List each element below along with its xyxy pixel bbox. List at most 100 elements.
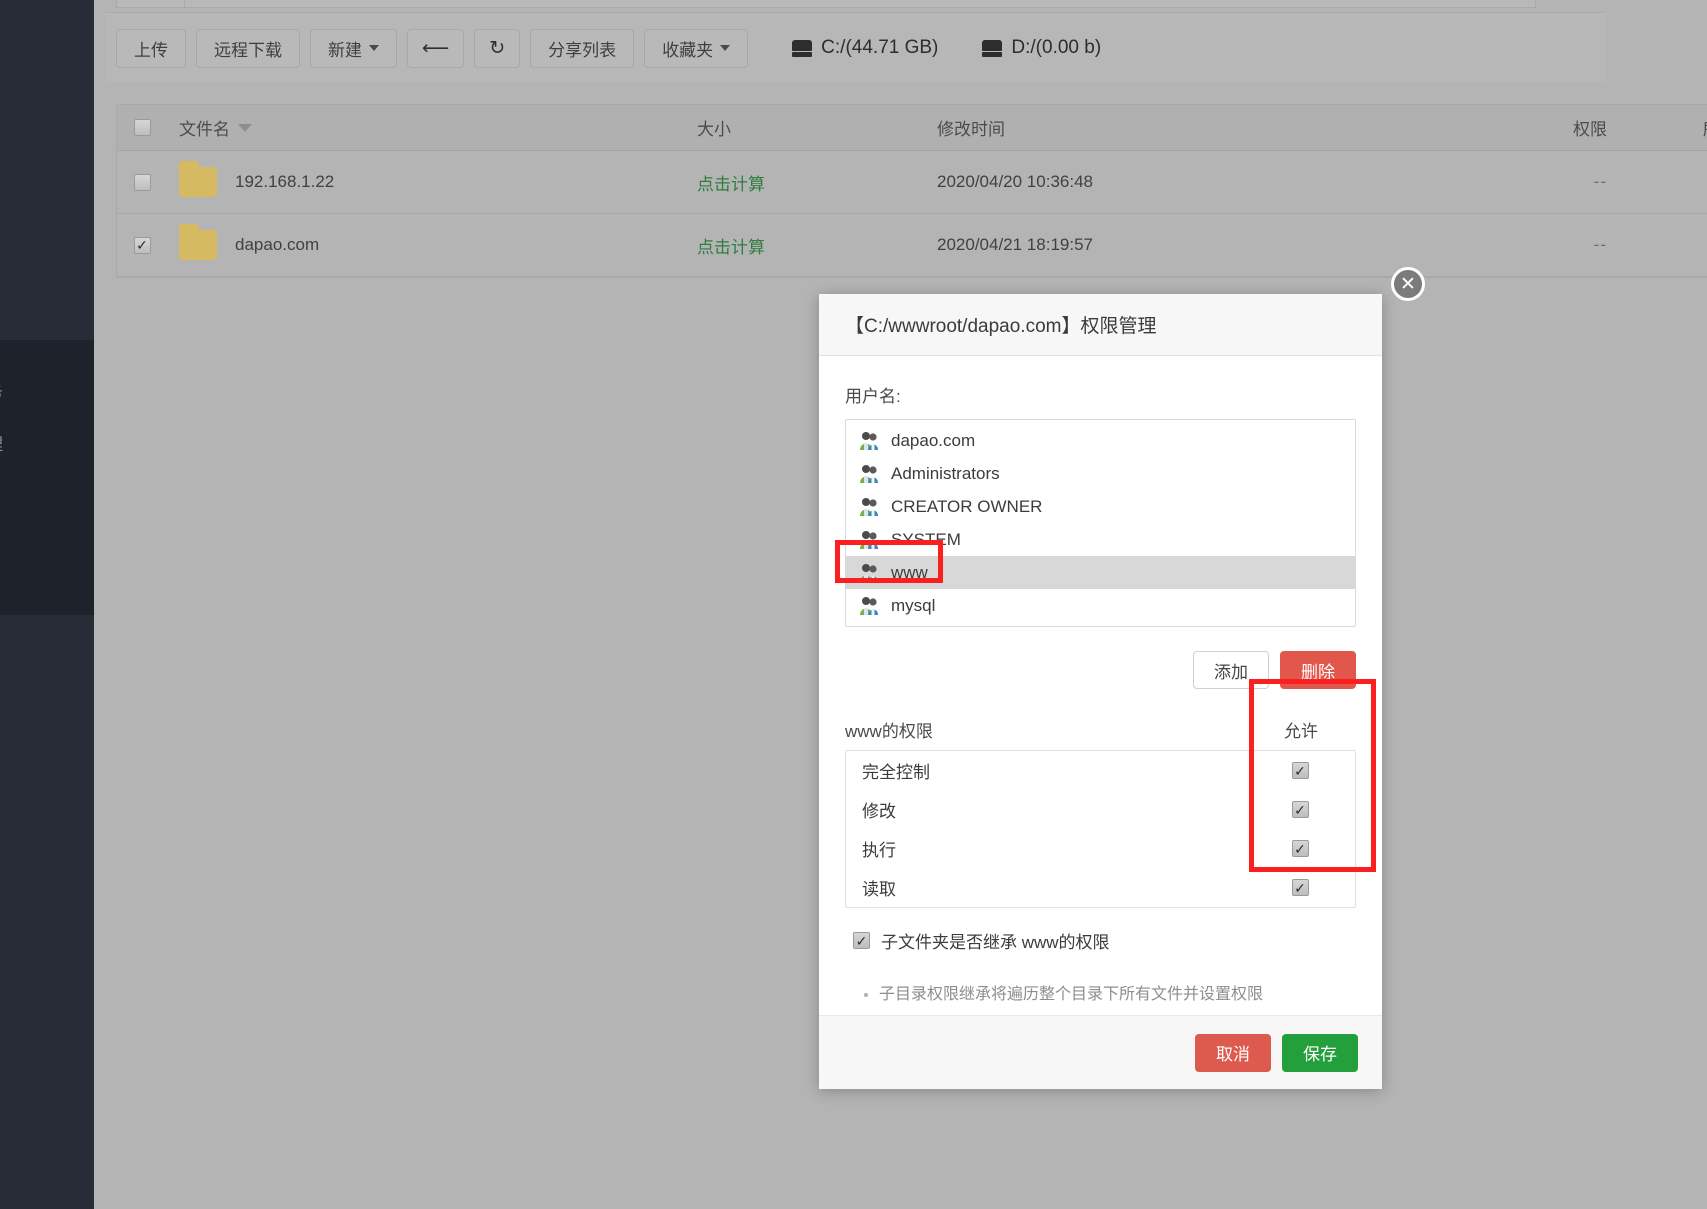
list-item[interactable]: mysql <box>846 589 1355 622</box>
permission-row-execute[interactable]: 执行 ✓ <box>846 829 1355 868</box>
column-header-name[interactable]: 文件名 <box>167 115 697 140</box>
user-list[interactable]: dapao.com Administrators CREATOR OWNER S… <box>845 419 1356 627</box>
dialog-footer: 取消 保存 <box>819 1015 1382 1089</box>
remote-download-button[interactable]: 远程下载 <box>196 28 300 68</box>
permissions-header: www的权限 允许 <box>845 717 1356 742</box>
table-row[interactable]: 192.168.1.22 点击计算 2020/04/20 10:36:48 --… <box>117 151 1707 214</box>
row-checkbox[interactable] <box>133 173 151 191</box>
permission-label: 修改 <box>862 802 896 821</box>
column-header-size[interactable]: 大小 <box>697 115 937 140</box>
permission-allow-cell[interactable]: ✓ <box>1245 801 1355 818</box>
list-item-label: CREATOR OWNER <box>891 496 1043 516</box>
save-button-label: 保存 <box>1303 1045 1337 1064</box>
permission-label: 执行 <box>862 841 896 860</box>
cancel-button[interactable]: 取消 <box>1195 1033 1271 1072</box>
allow-checkbox-read[interactable]: ✓ <box>1291 879 1309 896</box>
disk-c-indicator[interactable]: C:/(44.71 GB) <box>792 37 938 59</box>
column-header-owner[interactable]: 所有 <box>1607 115 1707 140</box>
row-owner[interactable]: -- <box>1607 235 1707 255</box>
add-user-button[interactable]: 添加 <box>1193 651 1269 689</box>
permission-allow-cell[interactable]: ✓ <box>1245 762 1355 779</box>
upload-button-label: 上传 <box>134 40 168 60</box>
delete-user-button[interactable]: 删除 <box>1280 651 1356 689</box>
breadcrumb-home-cell[interactable] <box>117 0 185 7</box>
row-mtime: 2020/04/20 10:36:48 <box>937 172 1093 191</box>
dialog-body: 用户名: dapao.com Administrators CREATOR OW… <box>819 356 1382 1077</box>
list-item-label: SYSTEM <box>891 529 961 549</box>
column-header-perm[interactable]: 权限 <box>1477 115 1607 140</box>
inherit-subfolders-checkbox[interactable]: ✓ <box>853 932 870 949</box>
list-item-label: mysql <box>891 595 936 615</box>
sidebar-section-top <box>0 0 94 340</box>
share-list-button[interactable]: 分享列表 <box>530 28 635 68</box>
inherit-subfolders-row[interactable]: ✓ 子文件夹是否继承 www的权限 <box>845 928 1356 953</box>
new-button-label: 新建 <box>328 40 362 60</box>
save-button[interactable]: 保存 <box>1282 1033 1358 1072</box>
row-size-cell[interactable]: 点击计算 <box>697 233 937 258</box>
column-header-size-label: 大小 <box>697 120 731 139</box>
allow-checkbox-modify[interactable]: ✓ <box>1291 801 1309 818</box>
toolbar: 上传 远程下载 新建 ⟵ ↻ 分享列表 收藏夹 C:/(44.71 GB) D:… <box>116 28 1101 68</box>
column-header-perm-label: 权限 <box>1573 120 1607 139</box>
row-permission[interactable]: -- <box>1477 235 1607 255</box>
username-label: 用户名: <box>845 387 901 406</box>
permission-allow-cell[interactable]: ✓ <box>1245 840 1355 857</box>
folder-icon <box>179 224 217 260</box>
sidebar-section-bottom <box>0 615 94 1209</box>
select-all-cell[interactable] <box>117 119 167 136</box>
users-icon <box>858 464 880 484</box>
row-permission[interactable]: -- <box>1477 172 1607 192</box>
permission-row-full-control[interactable]: 完全控制 ✓ <box>846 751 1355 790</box>
list-item[interactable]: SYSTEM <box>846 523 1355 556</box>
upload-button[interactable]: 上传 <box>116 28 186 68</box>
list-item[interactable]: Administrators <box>846 457 1355 490</box>
disk-d-indicator[interactable]: D:/(0.00 b) <box>982 37 1101 59</box>
row-name-cell[interactable]: dapao.com <box>167 224 697 260</box>
permission-row-read[interactable]: 读取 ✓ <box>846 868 1355 907</box>
list-item-label: www <box>891 562 928 582</box>
row-size-cell[interactable]: 点击计算 <box>697 170 937 195</box>
dialog-title: 【C:/wwwroot/dapao.com】权限管理 <box>845 316 1157 337</box>
sidebar: 务 理 <box>0 0 94 1209</box>
calculate-size-link[interactable]: 点击计算 <box>697 175 765 194</box>
column-header-mtime[interactable]: 修改时间 <box>937 115 1477 140</box>
row-name-cell[interactable]: 192.168.1.22 <box>167 161 697 197</box>
sidebar-item-management[interactable]: 理 <box>0 430 3 455</box>
favorites-button[interactable]: 收藏夹 <box>644 28 749 68</box>
select-all-checkbox[interactable] <box>133 119 151 136</box>
list-item[interactable]: CREATOR OWNER <box>846 490 1355 523</box>
hard-disk-icon <box>792 39 813 57</box>
permission-allow-cell[interactable]: ✓ <box>1245 879 1355 896</box>
new-button[interactable]: 新建 <box>310 28 397 68</box>
list-item[interactable]: dapao.com <box>846 424 1355 457</box>
list-item-label: Administrators <box>891 463 1000 483</box>
row-select-cell[interactable] <box>117 173 167 191</box>
allow-checkbox-full-control[interactable]: ✓ <box>1291 762 1309 779</box>
calculate-size-link[interactable]: 点击计算 <box>697 238 765 257</box>
share-list-button-label: 分享列表 <box>548 40 617 60</box>
row-checkbox[interactable]: ✓ <box>133 236 151 254</box>
permission-label: 读取 <box>862 880 896 899</box>
list-item-selected-www[interactable]: www <box>846 556 1355 589</box>
close-icon[interactable]: ✕ <box>1391 267 1425 301</box>
file-table-header: 文件名 大小 修改时间 权限 所有 <box>117 105 1707 151</box>
breadcrumb[interactable]: / / <box>116 0 1536 8</box>
allow-column-label: 允许 <box>1284 722 1318 741</box>
row-owner[interactable]: -- <box>1607 172 1707 192</box>
chevron-down-icon <box>720 45 731 51</box>
back-button[interactable]: ⟵ <box>407 28 465 68</box>
sidebar-section-active <box>0 340 94 615</box>
table-row[interactable]: ✓ dapao.com 点击计算 2020/04/21 18:19:57 -- … <box>117 214 1707 277</box>
sidebar-item-services[interactable]: 务 <box>0 378 3 403</box>
row-select-cell[interactable]: ✓ <box>117 236 167 254</box>
favorites-button-label: 收藏夹 <box>662 40 714 60</box>
delete-user-button-label: 删除 <box>1301 662 1335 682</box>
permission-dialog: ✕ 【C:/wwwroot/dapao.com】权限管理 用户名: dapao.… <box>819 267 1425 1089</box>
inherit-subfolders-label: 子文件夹是否继承 www的权限 <box>881 933 1110 952</box>
permissions-heading: www的权限 <box>845 722 933 741</box>
arrow-left-icon: ⟵ <box>422 37 450 59</box>
file-table: 文件名 大小 修改时间 权限 所有 <box>116 104 1707 278</box>
refresh-button[interactable]: ↻ <box>474 28 521 68</box>
permission-row-modify[interactable]: 修改 ✓ <box>846 790 1355 829</box>
allow-checkbox-execute[interactable]: ✓ <box>1291 840 1309 857</box>
